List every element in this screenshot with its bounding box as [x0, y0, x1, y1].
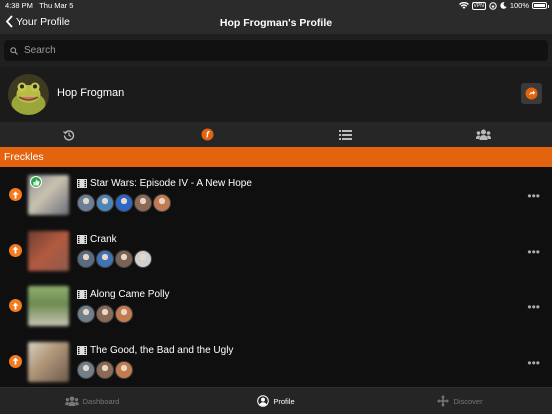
avatar[interactable]: [8, 74, 49, 115]
tab-discover-label: Discover: [453, 396, 483, 406]
film-icon: [77, 290, 87, 299]
tab-list[interactable]: [276, 122, 414, 147]
item-title-text: Crank: [90, 233, 117, 245]
tab-profile[interactable]: Profile: [184, 388, 368, 414]
section-header: Freckles: [0, 147, 552, 167]
upvote-button[interactable]: [9, 299, 22, 312]
list-icon: [338, 129, 352, 140]
item-title[interactable]: The Good, the Bad and the Ugly: [77, 345, 233, 356]
move-arrows-icon: [437, 395, 450, 407]
more-options-button[interactable]: •••: [527, 245, 540, 259]
film-icon: [77, 345, 87, 355]
friend-avatar[interactable]: [134, 249, 152, 268]
vpn-badge: VPN: [471, 1, 486, 10]
tab-history[interactable]: [0, 122, 138, 147]
tab-dashboard-label: Dashboard: [82, 396, 120, 406]
item-title[interactable]: Star Wars: Episode IV - A New Hope: [77, 178, 252, 189]
arrow-up-icon: [12, 357, 19, 365]
item-title-text: The Good, the Bad and the Ugly: [90, 344, 234, 356]
share-icon: [525, 87, 538, 100]
friend-avatar[interactable]: [96, 360, 114, 379]
friend-avatar[interactable]: [77, 305, 95, 323]
frog-avatar-icon: [8, 74, 49, 115]
item-title-text: Star Wars: Episode IV - A New Hope: [90, 178, 252, 189]
tab-discover[interactable]: Discover: [368, 388, 552, 414]
friend-avatars: [77, 305, 133, 323]
friend-avatars: [77, 194, 171, 212]
tab-dashboard[interactable]: Dashboard: [0, 388, 184, 414]
friend-avatar[interactable]: [115, 305, 133, 323]
film-icon: [77, 234, 87, 244]
search-placeholder: Search: [24, 45, 56, 56]
friend-avatar[interactable]: [115, 194, 133, 212]
battery-icon: [532, 2, 549, 9]
arrow-up-icon: [12, 246, 19, 254]
battery-percent: 100%: [509, 1, 529, 10]
friend-avatars: [77, 360, 133, 379]
list-item[interactable]: Along Came Polly •••: [0, 278, 552, 334]
friend-avatar[interactable]: [134, 194, 152, 212]
status-time: 4:38 PM Thu Mar 5: [5, 1, 74, 10]
share-button[interactable]: [521, 83, 542, 104]
friend-avatar[interactable]: [77, 360, 95, 379]
friend-avatar[interactable]: [96, 249, 114, 268]
profile-name: Hop Frogman: [57, 87, 125, 99]
item-title[interactable]: Crank: [77, 234, 117, 245]
group-icon: [64, 396, 79, 406]
friend-avatars: [77, 249, 152, 268]
rotation-lock-icon: [489, 1, 497, 10]
more-options-button[interactable]: •••: [527, 189, 540, 203]
upvote-button[interactable]: [9, 243, 22, 257]
list-item[interactable]: The Good, the Bad and the Ugly •••: [0, 334, 552, 390]
friend-avatar[interactable]: [96, 194, 114, 212]
status-icons: VPN 100%: [458, 1, 549, 10]
like-badge: [30, 176, 42, 188]
group-icon: [475, 129, 491, 140]
search-icon: [10, 46, 18, 55]
bottom-tab-bar: Dashboard Profile Discover: [0, 387, 552, 414]
tab-freckles[interactable]: f: [138, 122, 276, 147]
more-options-button[interactable]: •••: [527, 300, 540, 314]
freckles-icon: f: [201, 128, 213, 141]
arrow-up-icon: [12, 191, 19, 198]
history-icon: [63, 129, 75, 141]
movie-poster[interactable]: [28, 341, 69, 382]
item-title-text: Along Came Polly: [90, 289, 170, 300]
page-title: Hop Frogman's Profile: [219, 17, 333, 29]
status-bar: 4:38 PM Thu Mar 5 VPN 100%: [0, 0, 552, 12]
movie-poster[interactable]: [28, 230, 69, 271]
upvote-button[interactable]: [9, 188, 22, 201]
search-bar: Search: [0, 34, 552, 67]
friend-avatar[interactable]: [153, 194, 171, 212]
user-circle-icon: [257, 395, 270, 407]
film-icon: [77, 179, 87, 188]
movie-poster[interactable]: [28, 286, 69, 326]
friend-avatar[interactable]: [115, 249, 133, 268]
more-options-button[interactable]: •••: [527, 356, 540, 370]
friend-avatar[interactable]: [77, 194, 95, 212]
tab-profile-label: Profile: [273, 396, 295, 406]
friend-avatar[interactable]: [115, 360, 133, 379]
tab-group[interactable]: [414, 122, 552, 147]
friend-avatar[interactable]: [96, 305, 114, 323]
profile-header: Hop Frogman: [0, 67, 552, 122]
wifi-icon: [458, 2, 469, 9]
search-input[interactable]: Search: [4, 40, 548, 61]
thumbs-up-icon: [33, 179, 40, 185]
upvote-button[interactable]: [9, 354, 22, 368]
arrow-up-icon: [12, 302, 19, 309]
item-title[interactable]: Along Came Polly: [77, 289, 169, 300]
nav-bar: Your Profile Hop Frogman's Profile: [0, 12, 552, 34]
freckles-list: Star Wars: Episode IV - A New Hope ••• C…: [0, 167, 552, 387]
list-item[interactable]: Crank •••: [0, 223, 552, 279]
friend-avatar[interactable]: [77, 249, 95, 268]
moon-icon: [500, 2, 507, 9]
profile-tabs: f: [0, 122, 552, 147]
list-item[interactable]: Star Wars: Episode IV - A New Hope •••: [0, 167, 552, 223]
